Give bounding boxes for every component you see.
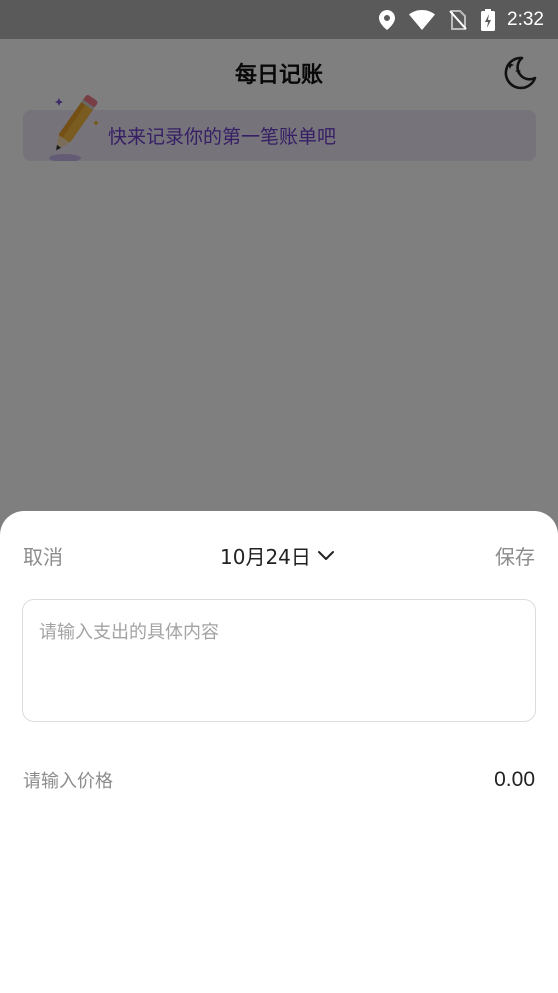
no-sim-icon (449, 9, 467, 30)
date-label: 10月24日 (220, 545, 311, 569)
screen: 2:32 每日记账 快来记录你的第一笔账单吧 (0, 0, 558, 993)
chevron-down-icon (317, 550, 334, 560)
price-label: 请输入价格 (23, 771, 113, 792)
battery-charging-icon (481, 8, 496, 31)
status-time: 2:32 (507, 8, 544, 30)
price-input[interactable]: 0.00 (494, 768, 535, 792)
status-bar: 2:32 (0, 0, 558, 39)
expense-content-input[interactable] (22, 599, 536, 722)
add-expense-sheet: 取消 10月24日 保存 请输入价格 0.00 (0, 511, 558, 993)
date-picker-button[interactable]: 10月24日 (220, 541, 335, 570)
save-button[interactable]: 保存 (495, 541, 535, 570)
location-icon (379, 9, 396, 30)
wifi-icon (409, 9, 436, 30)
cancel-button[interactable]: 取消 (23, 541, 63, 570)
